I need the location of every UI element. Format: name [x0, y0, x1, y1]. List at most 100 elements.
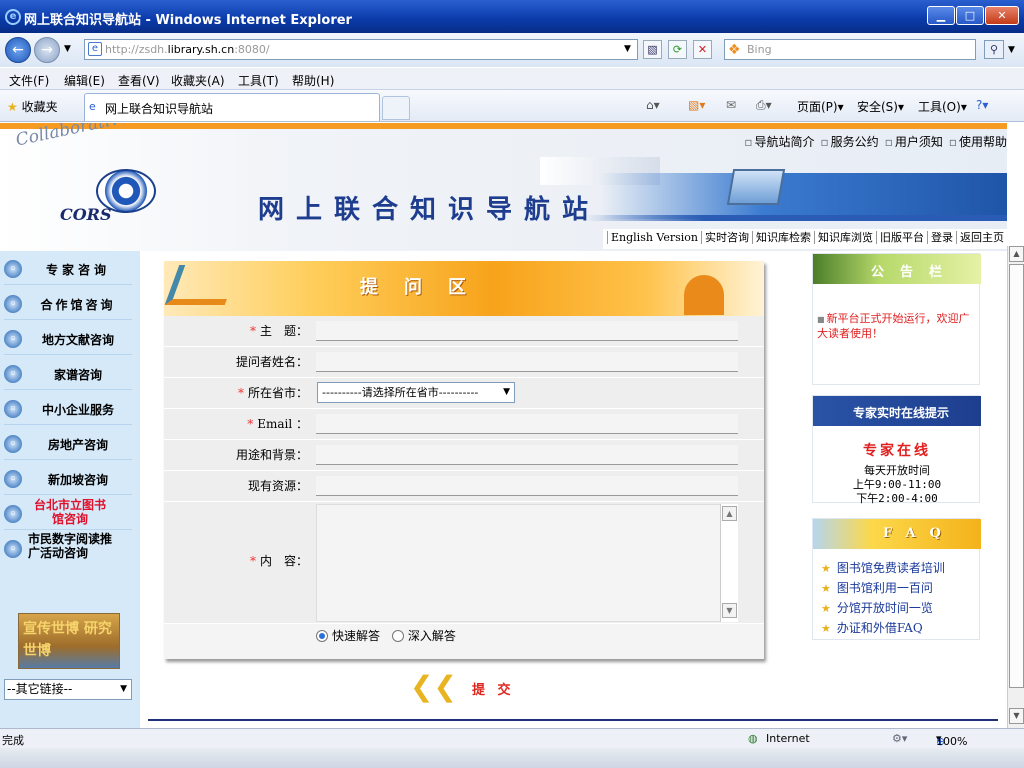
- menu-favorites[interactable]: 收藏夹(A): [171, 72, 225, 89]
- faq-link[interactable]: 分馆开放时间一览: [821, 599, 933, 616]
- sidebar-item-digital-reading[interactable]: ◦ 市民数字阅读推广活动咨询: [4, 531, 132, 565]
- name-input[interactable]: [316, 352, 738, 372]
- faq-link[interactable]: 办证和外借FAQ: [821, 619, 923, 636]
- menu-bar: 文件(F) 编辑(E) 查看(V) 收藏夹(A) 工具(T) 帮助(H): [0, 68, 1024, 90]
- stop-icon[interactable]: ✕: [693, 40, 712, 59]
- subject-input[interactable]: [316, 321, 738, 341]
- resources-label: 现有资源：: [247, 479, 308, 493]
- row-province: * 所在省市： ----------请选择所在省市---------- ▼: [164, 378, 764, 409]
- browser-tab[interactable]: e 网上联合知识导航站: [84, 93, 380, 121]
- expert-online-status[interactable]: 专家在线: [813, 440, 981, 460]
- province-label: * 所在省市：: [164, 378, 314, 408]
- new-tab-button[interactable]: [382, 96, 410, 120]
- menu-file[interactable]: 文件(F): [9, 72, 49, 89]
- faq-panel: FAQ 图书馆免费读者培训 图书馆利用一百问 分馆开放时间一览 办证和外借FAQ: [812, 518, 981, 640]
- safety-menu[interactable]: 安全(S)▾: [857, 98, 904, 115]
- sidebar-item-label: 台北市立图书馆咨询: [34, 498, 107, 526]
- faq-title: FAQ: [883, 526, 955, 541]
- scroll-up-icon[interactable]: ▲: [722, 506, 737, 521]
- home-icon[interactable]: ⌂▾: [646, 98, 660, 112]
- search-input[interactable]: ❖ Bing: [724, 39, 976, 60]
- sidebar-item-taipei[interactable]: ◦ 台北市立图书馆咨询: [4, 496, 132, 530]
- expo-promo-banner[interactable]: 宣传世博 研究世博: [18, 613, 120, 669]
- scroll-up-icon[interactable]: ▲: [1009, 246, 1024, 262]
- purpose-input[interactable]: [316, 445, 738, 465]
- menu-edit[interactable]: 编辑(E): [64, 72, 105, 89]
- compatibility-icon[interactable]: ▧: [643, 40, 662, 59]
- close-button[interactable]: ✕: [985, 6, 1019, 25]
- sidebar-item-label: 房地产咨询: [47, 438, 108, 452]
- tools-menu[interactable]: 工具(O)▾: [918, 98, 967, 115]
- textarea-scrollbar[interactable]: ▲ ▼: [720, 504, 738, 622]
- link-user-notice[interactable]: 用户须知: [885, 135, 943, 149]
- search-icon[interactable]: ⚲: [984, 40, 1004, 59]
- row-email: * Email ：: [164, 409, 764, 440]
- maximize-button[interactable]: □: [956, 6, 984, 25]
- url-input[interactable]: e http://zsdh.library.sh.cn:8080/: [84, 39, 638, 60]
- site-title: 网上联合知识导航站: [258, 195, 601, 225]
- province-select[interactable]: ----------请选择所在省市---------- ▼: [317, 382, 515, 403]
- status-bar: 完成 ◍ Internet ⚙▾ ⊕ 100% ▾: [0, 728, 1024, 748]
- tab-title: 网上联合知识导航站: [105, 102, 214, 116]
- menu-tools[interactable]: 工具(T): [238, 72, 279, 89]
- menu-view[interactable]: 查看(V): [118, 72, 160, 89]
- sidebar-item-realestate[interactable]: ◦ 房地产咨询: [4, 426, 132, 460]
- scroll-down-icon[interactable]: ▼: [1009, 708, 1024, 724]
- radio-fast-button[interactable]: [316, 630, 328, 642]
- link-kb-browse[interactable]: 知识库浏览: [814, 231, 876, 244]
- sidebar-item-singapore[interactable]: ◦ 新加坡咨询: [4, 461, 132, 495]
- protected-mode-icon[interactable]: ⚙▾: [892, 732, 907, 745]
- radio-fast[interactable]: 快速解答: [316, 629, 380, 643]
- row-name: 提问者姓名：: [164, 347, 764, 378]
- search-options-icon[interactable]: ▼: [1008, 45, 1015, 55]
- content-textarea[interactable]: [316, 504, 738, 622]
- faq-link[interactable]: 图书馆免费读者培训: [821, 559, 945, 576]
- expert-title: 专家实时在线提示: [853, 406, 950, 420]
- sidebar-item-expert[interactable]: ◦ 专家咨询: [4, 251, 132, 285]
- email-input[interactable]: [316, 414, 738, 434]
- refresh-icon[interactable]: ⟳: [668, 40, 687, 59]
- subject-label-text: 主 题：: [259, 324, 308, 338]
- link-login[interactable]: 登录: [927, 231, 956, 244]
- notice-text[interactable]: 新平台正式开始运行，欢迎广大读者使用！: [817, 312, 973, 341]
- nav-links: English Version 实时咨询 知识库检索 知识库浏览 旧版平台 登录 返回主页: [603, 229, 1007, 249]
- print-icon[interactable]: ⎙▾: [756, 98, 772, 113]
- mail-icon[interactable]: ✉: [726, 98, 736, 112]
- link-kb-search[interactable]: 知识库检索: [752, 231, 814, 244]
- chevron-down-icon: ▼: [503, 387, 510, 397]
- history-dropdown-icon[interactable]: ▼: [64, 44, 71, 54]
- sidebar-item-genealogy[interactable]: ◦ 家谱咨询: [4, 356, 132, 390]
- help-icon[interactable]: ?▾: [976, 98, 988, 112]
- resources-input[interactable]: [316, 476, 738, 496]
- feeds-icon[interactable]: ▧▾: [688, 98, 705, 112]
- link-english[interactable]: English Version: [607, 231, 701, 244]
- submit-button[interactable]: ❮❮ 提 交: [410, 663, 520, 713]
- zoom-control[interactable]: ⊕ 100% ▾: [936, 732, 967, 748]
- page-scrollbar[interactable]: ▲ ▼: [1007, 246, 1024, 728]
- sidebar-item-local[interactable]: ◦ 地方文献咨询: [4, 321, 132, 355]
- forward-button[interactable]: →: [34, 37, 60, 63]
- link-service-terms[interactable]: 服务公约: [821, 135, 879, 149]
- top-links: 导航站简介服务公约用户须知使用帮助: [738, 133, 1007, 150]
- link-realtime-consult[interactable]: 实时咨询: [701, 231, 752, 244]
- sidebar-item-sme[interactable]: ◦ 中小企业服务: [4, 391, 132, 425]
- safety-menu-label: 安全(S): [857, 100, 898, 114]
- other-links-select[interactable]: --其它链接-- ▼: [4, 679, 132, 700]
- link-about[interactable]: 导航站简介: [744, 135, 814, 149]
- search-placeholder: Bing: [747, 43, 772, 56]
- link-help[interactable]: 使用帮助: [949, 135, 1007, 149]
- faq-link[interactable]: 图书馆利用一百问: [821, 579, 933, 596]
- menu-help[interactable]: 帮助(H): [292, 72, 334, 89]
- scroll-down-icon[interactable]: ▼: [722, 603, 737, 618]
- minimize-button[interactable]: ▁: [927, 6, 955, 25]
- link-old-platform[interactable]: 旧版平台: [876, 231, 927, 244]
- sidebar-item-partner[interactable]: ◦ 合作馆咨询: [4, 286, 132, 320]
- radio-deep-button[interactable]: [391, 630, 404, 642]
- page-menu[interactable]: 页面(P)▾: [797, 98, 844, 115]
- scroll-thumb[interactable]: [1009, 264, 1024, 688]
- back-button[interactable]: ←: [5, 37, 31, 63]
- favorites-button[interactable]: ★ 收藏夹: [7, 98, 58, 115]
- radio-deep[interactable]: 深入解答: [391, 629, 456, 643]
- url-dropdown-icon[interactable]: ▼: [624, 44, 631, 54]
- link-home[interactable]: 返回主页: [956, 231, 1007, 244]
